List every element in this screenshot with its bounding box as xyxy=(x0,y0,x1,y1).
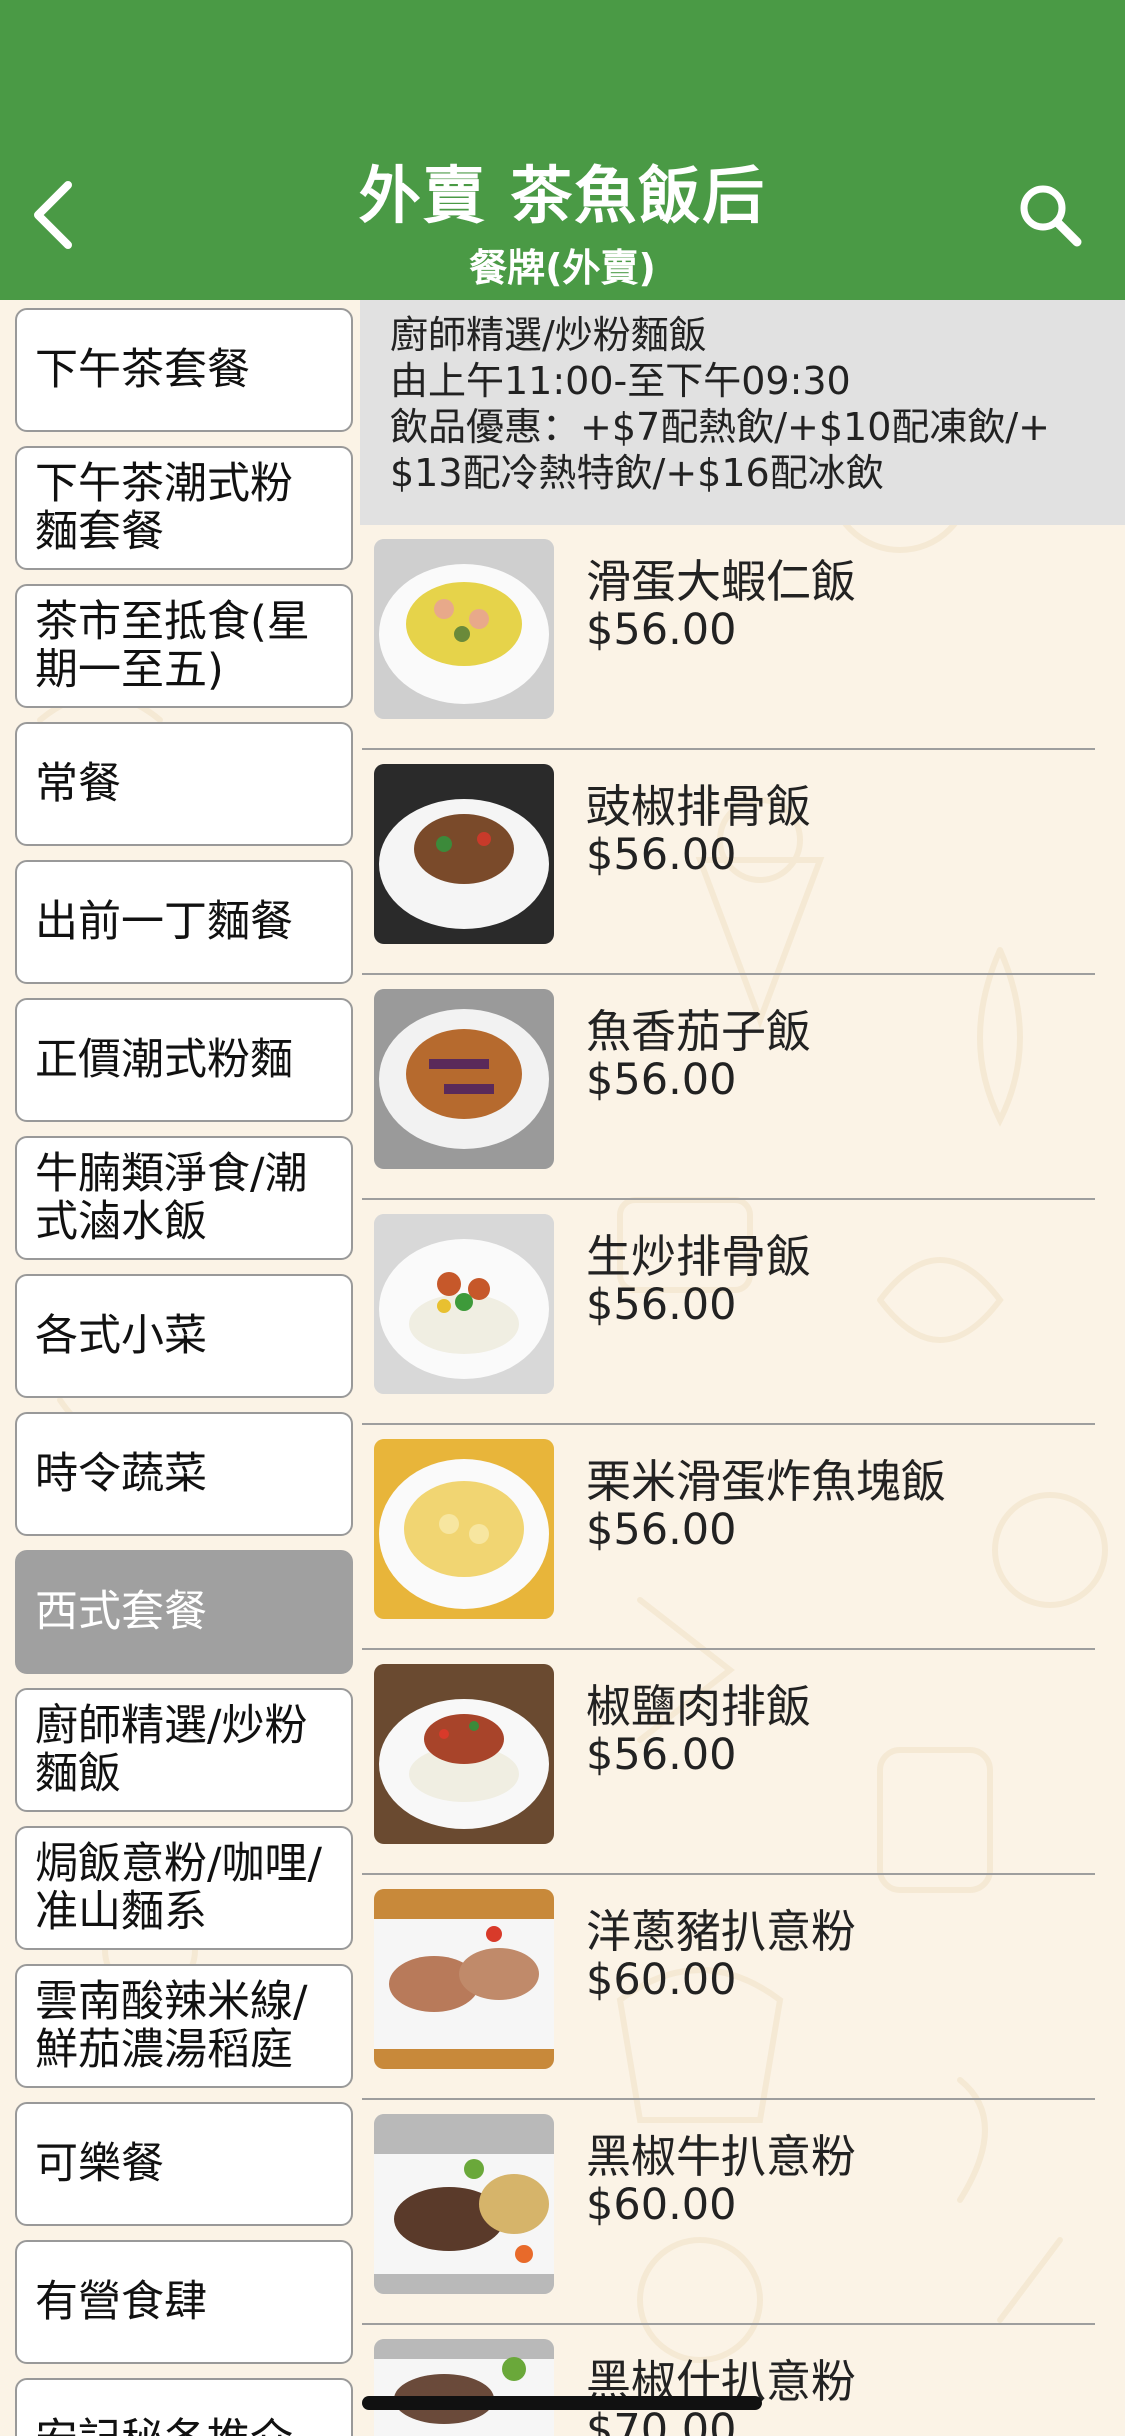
category-item[interactable]: 有營食肆 xyxy=(15,2240,353,2364)
dish-photo xyxy=(374,1439,554,1619)
page-subtitle: 餐牌(外賣) xyxy=(469,246,656,290)
item-name: 栗米滑蛋炸魚塊飯 xyxy=(586,1455,947,1508)
category-item[interactable]: 出前一丁麵餐 xyxy=(15,860,353,984)
menu-item[interactable]: 魚香茄子飯 $56.00 xyxy=(360,975,1125,1200)
item-price: $56.00 xyxy=(586,605,737,655)
search-icon xyxy=(1020,185,1082,247)
category-item[interactable]: 常餐 xyxy=(15,722,353,846)
item-price: $56.00 xyxy=(586,1280,737,1330)
menu-item[interactable]: 滑蛋大蝦仁飯 $56.00 xyxy=(360,525,1125,750)
category-item[interactable]: 可樂餐 xyxy=(15,2102,353,2226)
menu-item[interactable]: 黑椒什扒意粉 $70.00 xyxy=(360,2325,1125,2436)
category-item[interactable]: 安記秘各推介 xyxy=(15,2378,353,2436)
dish-photo xyxy=(374,2339,554,2436)
menu-item[interactable]: 椒鹽肉排飯 $56.00 xyxy=(360,1650,1125,1875)
info-line: $13配冷熱特飲/+$16配冰飲 xyxy=(390,451,884,495)
item-name: 豉椒排骨飯 xyxy=(586,780,812,833)
item-price: $56.00 xyxy=(586,1055,737,1105)
info-line: 廚師精選/炒粉麵飯 xyxy=(390,313,707,357)
category-item[interactable]: 正價潮式粉麵 xyxy=(15,998,353,1122)
menu-item[interactable]: 栗米滑蛋炸魚塊飯 $56.00 xyxy=(360,1425,1125,1650)
category-item[interactable]: 雲南酸辣米線/鮮茄濃湯稻庭 xyxy=(15,1964,353,2088)
item-price: $56.00 xyxy=(586,1505,737,1555)
category-sidebar: 下午茶套餐 下午茶潮式粉麵套餐 茶市至抵食(星期一至五) 常餐 出前一丁麵餐 正… xyxy=(0,300,360,2436)
dish-photo xyxy=(374,989,554,1169)
dish-photo xyxy=(374,1214,554,1394)
category-item[interactable]: 廚師精選/炒粉麵飯 xyxy=(15,1688,353,1812)
category-item[interactable]: 時令蔬菜 xyxy=(15,1412,353,1536)
page-title: 外賣 茶魚飯后 xyxy=(358,159,767,232)
info-line: 飲品優惠：+$7配熱飲/+$10配凍飲/+ xyxy=(390,405,1051,449)
dish-photo xyxy=(374,539,554,719)
dish-photo xyxy=(374,2114,554,2294)
menu-content: 下午茶套餐 下午茶潮式粉麵套餐 茶市至抵食(星期一至五) 常餐 出前一丁麵餐 正… xyxy=(0,300,1125,2436)
item-name: 洋蔥豬扒意粉 xyxy=(586,1905,857,1958)
dish-photo xyxy=(374,1664,554,1844)
category-item[interactable]: 下午茶套餐 xyxy=(15,308,353,432)
category-item-active[interactable]: 西式套餐 xyxy=(15,1550,353,1674)
item-price: $56.00 xyxy=(586,830,737,880)
item-price: $56.00 xyxy=(586,1730,737,1780)
search-button[interactable] xyxy=(1010,175,1090,255)
category-item[interactable]: 下午茶潮式粉麵套餐 xyxy=(15,446,353,570)
item-price: $60.00 xyxy=(586,2180,737,2230)
category-item[interactable]: 茶市至抵食(星期一至五) xyxy=(15,584,353,708)
category-item[interactable]: 各式小菜 xyxy=(15,1274,353,1398)
home-indicator[interactable] xyxy=(362,2396,762,2410)
category-info-banner: 廚師精選/炒粉麵飯 由上午11:00-至下午09:30 飲品優惠：+$7配熱飲/… xyxy=(360,300,1125,525)
category-item[interactable]: 焗飯意粉/咖哩/准山麵系 xyxy=(15,1826,353,1950)
item-name: 魚香茄子飯 xyxy=(586,1005,812,1058)
dish-photo xyxy=(374,1889,554,2069)
dish-photo xyxy=(374,764,554,944)
info-line: 由上午11:00-至下午09:30 xyxy=(390,359,851,403)
item-name: 椒鹽肉排飯 xyxy=(586,1680,812,1733)
item-price: $60.00 xyxy=(586,1955,737,2005)
menu-item[interactable]: 洋蔥豬扒意粉 $60.00 xyxy=(360,1875,1125,2100)
menu-item[interactable]: 黑椒牛扒意粉 $60.00 xyxy=(360,2100,1125,2325)
category-item[interactable]: 牛腩類淨食/潮式滷水飯 xyxy=(15,1136,353,1260)
menu-item[interactable]: 生炒排骨飯 $56.00 xyxy=(360,1200,1125,1425)
app-header: 外賣 茶魚飯后 餐牌(外賣) xyxy=(0,0,1125,300)
item-name: 生炒排骨飯 xyxy=(586,1230,812,1283)
menu-item[interactable]: 豉椒排骨飯 $56.00 xyxy=(360,750,1125,975)
item-name: 黑椒牛扒意粉 xyxy=(586,2130,857,2183)
item-name: 滑蛋大蝦仁飯 xyxy=(586,555,857,608)
